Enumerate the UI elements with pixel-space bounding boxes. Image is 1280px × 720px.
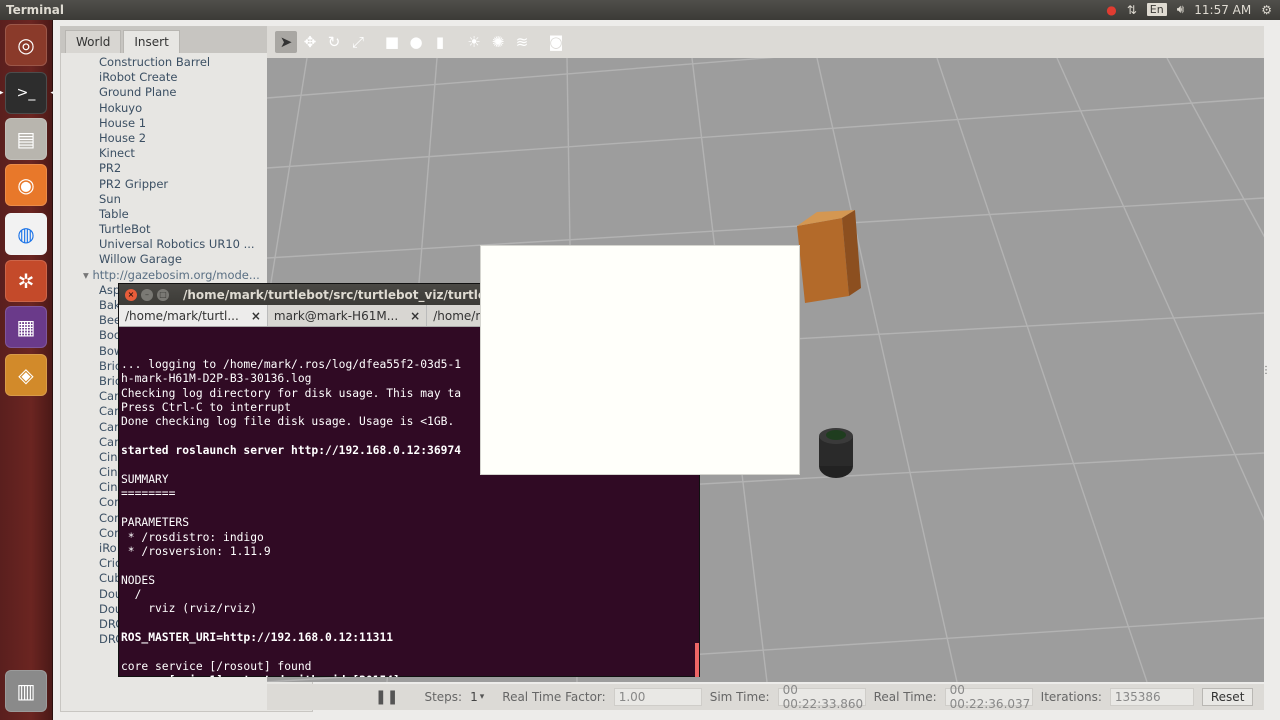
right-panel-handle[interactable]: ⋮: [1261, 365, 1271, 376]
terminal-line: core service [/rosout] found: [121, 660, 312, 674]
rtf-label: Real Time Factor:: [502, 690, 606, 704]
close-window-button[interactable]: ×: [125, 288, 137, 301]
terminal-line: ROS_MASTER_URI=http://192.168.0.12:11311: [121, 631, 394, 645]
terminal-line: /: [121, 588, 142, 602]
scale-mode-icon[interactable]: ⤢: [347, 31, 369, 53]
terminal-icon[interactable]: >_: [0, 72, 55, 114]
terminal-title: /home/mark/turtlebot/src/turtlebot_viz/t…: [183, 287, 529, 302]
scene-toolbar: ➤ ✥ ↻ ⤢ ■ ● ▮ ☀ ✺ ≋ ◙: [267, 26, 1264, 58]
point-light-icon[interactable]: ☀: [463, 31, 485, 53]
terminal-line: PARAMETERS: [121, 516, 190, 530]
translate-mode-icon[interactable]: ✥: [299, 31, 321, 53]
launcher: ◎ >_▤◉ ◍ ✲▦ ◈ ▥: [0, 20, 55, 720]
clock[interactable]: 11:57 AM: [1194, 3, 1251, 17]
gazebo-icon[interactable]: ◈: [5, 354, 47, 396]
volume-icon[interactable]: 🔊︎: [1177, 2, 1185, 17]
file-manager-icon[interactable]: ▤: [5, 118, 47, 160]
terminal-tab-label: mark@mark-H61M...: [273, 308, 399, 323]
terminal-tab[interactable]: mark@mark-H61M... ×: [268, 305, 428, 326]
rtf-field: 1.00: [613, 688, 702, 706]
steps-dropdown-icon[interactable]: ▾: [480, 692, 485, 702]
ubuntu-dash-icon[interactable]: ◎: [5, 24, 47, 66]
terminal-line: NODES: [121, 573, 156, 587]
directional-light-icon[interactable]: ≋: [511, 31, 533, 53]
sim-time-field: 00 00:22:33.860: [777, 683, 866, 711]
iterations-field: 135386: [1109, 688, 1194, 706]
screenshot-icon[interactable]: ◙: [545, 31, 567, 53]
steps-value[interactable]: 1: [470, 690, 478, 704]
terminal-scrollbar[interactable]: [695, 643, 699, 677]
blank-popup-window[interactable]: [480, 245, 800, 475]
terminal-line: SUMMARY: [121, 472, 169, 486]
maximize-window-button[interactable]: □: [157, 288, 169, 301]
close-tab-icon[interactable]: ×: [251, 309, 261, 323]
system-settings-icon[interactable]: ✲: [5, 260, 47, 302]
rotate-mode-icon[interactable]: ↻: [323, 31, 345, 53]
terminal-line: * /rosdistro: indigo: [121, 530, 264, 544]
reset-button[interactable]: Reset: [1201, 688, 1254, 706]
real-time-label: Real Time:: [873, 690, 937, 704]
box-shape-icon[interactable]: ■: [381, 31, 403, 53]
terminal-line: ========: [121, 487, 176, 501]
chrome-icon[interactable]: ◍: [5, 213, 47, 255]
video-player-icon[interactable]: ▦: [5, 306, 47, 348]
steps-label: Steps:: [424, 690, 463, 704]
terminal-tab[interactable]: /home/mark/turtl... ×: [119, 305, 268, 326]
firefox-icon[interactable]: ◉: [5, 164, 47, 206]
trash-icon[interactable]: ▥: [5, 670, 47, 712]
spot-light-icon[interactable]: ✺: [487, 31, 509, 53]
wooden-box-model[interactable]: [797, 210, 861, 303]
select-mode-icon[interactable]: ➤: [275, 31, 297, 53]
tab-insert[interactable]: Insert: [123, 30, 180, 53]
record-icon[interactable]: ●: [1106, 3, 1116, 17]
sphere-shape-icon[interactable]: ●: [405, 31, 427, 53]
keyboard-layout-indicator[interactable]: En: [1146, 3, 1167, 16]
cylinder-shape-icon[interactable]: ▮: [429, 31, 451, 53]
active-app-title: Terminal: [6, 3, 65, 17]
pause-icon[interactable]: ❚❚: [375, 689, 398, 705]
simulation-status-bar: ❚❚ Steps: 1 ▾ Real Time Factor: 1.00 Sim…: [267, 683, 1264, 711]
indicator-area: ● ⇅ En 🔊︎ 11:57 AM ⚙: [1106, 2, 1272, 17]
terminal-tab-label: /home/mark/turtl...: [125, 308, 239, 323]
turtlebot-model[interactable]: [819, 428, 853, 478]
top-panel: Terminal ● ⇅ En 🔊︎ 11:57 AM ⚙: [0, 0, 1280, 20]
close-tab-icon[interactable]: ×: [410, 309, 420, 323]
real-time-field: 00 00:22:36.037: [944, 683, 1033, 711]
minimize-window-button[interactable]: –: [141, 288, 153, 301]
network-icon[interactable]: ⇅: [1127, 3, 1137, 17]
terminal-line: rviz (rviz/rviz): [121, 602, 258, 616]
tab-world[interactable]: World: [65, 30, 122, 53]
terminal-line: * /rosversion: 1.11.9: [121, 544, 271, 558]
iterations-label: Iterations:: [1040, 690, 1102, 704]
terminal-line: process[rviz-1]: started with pid [30154…: [121, 674, 697, 677]
sim-time-label: Sim Time:: [709, 690, 770, 704]
gear-icon[interactable]: ⚙: [1261, 3, 1272, 17]
